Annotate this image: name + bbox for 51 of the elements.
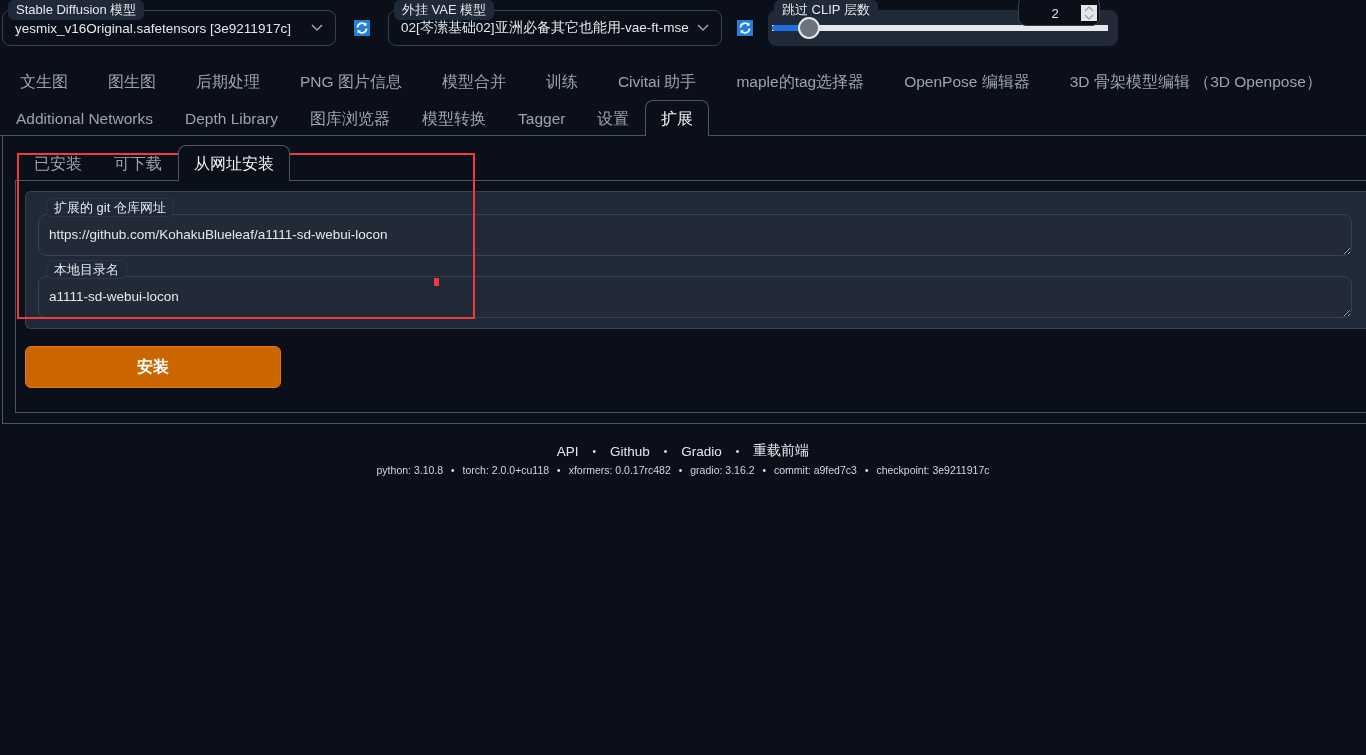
field-label: 本地目录名 [46,260,127,279]
tab[interactable]: 图库浏览器 [294,100,407,136]
version-info: python: 3.10.8 [376,464,444,476]
caret-icon [311,24,323,32]
directory-field[interactable]: a1111-sd-webui-locon [38,276,1352,318]
tab[interactable]: 文生图 [0,63,88,99]
separator-dot: • [762,464,766,476]
refresh-icon[interactable] [736,19,754,37]
sub-tab[interactable]: 已安装 [18,145,98,181]
footer-link[interactable]: Github [609,443,650,459]
footer-link[interactable]: Gradio [681,443,722,459]
separator-dot: • [663,445,668,457]
field-label: 扩展的 git 仓库网址 [46,198,174,217]
tab[interactable]: 设置 [581,100,646,136]
dropdown-label: Stable Diffusion 模型 [8,0,145,20]
version-info: checkpoint: 3e9211917c [876,464,990,476]
footer-link[interactable]: API [556,443,579,459]
tab[interactable]: maple的tag选择器 [716,63,885,99]
separator-dot: • [451,464,455,476]
refresh-icon[interactable] [353,19,371,37]
version-info: commit: a9fed7c3 [774,464,857,476]
tab[interactable]: 模型合并 [421,63,526,99]
tab[interactable]: 图生图 [88,63,176,99]
separator-dot: • [678,464,683,476]
url-field[interactable]: https://github.com/KohakuBlueleaf/a1111-sd-webui-locon [38,214,1352,256]
tab[interactable]: 扩展 [645,100,710,136]
install-button[interactable]: 安装 [25,346,281,388]
separator-dot: • [735,445,740,457]
dropdown-label: 外挂 VAE 模型 [394,0,495,20]
separator-dot: • [557,464,561,476]
footer-link[interactable]: 重载前端 [753,442,810,460]
version-info: xformers: 0.0.17rc482 [568,464,671,476]
tab[interactable]: Additional Networks [0,100,169,136]
tab[interactable]: Civitai 助手 [597,63,717,99]
tab[interactable]: 模型转换 [406,100,503,136]
tab[interactable]: OpenPose 编辑器 [884,63,1050,99]
sub-tab[interactable]: 可下载 [98,145,178,181]
tab[interactable]: Tagger [502,100,582,136]
tab[interactable]: Depth Library [169,100,295,136]
separator-dot: • [592,445,596,457]
version-info: torch: 2.0.0+cu118 [462,464,550,476]
tab[interactable]: PNG 图片信息 [280,63,422,99]
tab[interactable]: 3D 骨架模型编辑 （3D Openpose） [1049,63,1342,99]
sub-tab[interactable]: 从网址安装 [178,145,290,181]
separator-dot: • [864,464,869,476]
version-info: gradio: 3.16.2 [690,464,755,476]
tab[interactable]: 后期处理 [176,63,280,99]
caret-icon [697,24,709,32]
number-field[interactable]: 2 [1018,0,1100,26]
slider-thumb[interactable] [797,17,820,39]
tab[interactable]: 训练 [525,63,598,99]
